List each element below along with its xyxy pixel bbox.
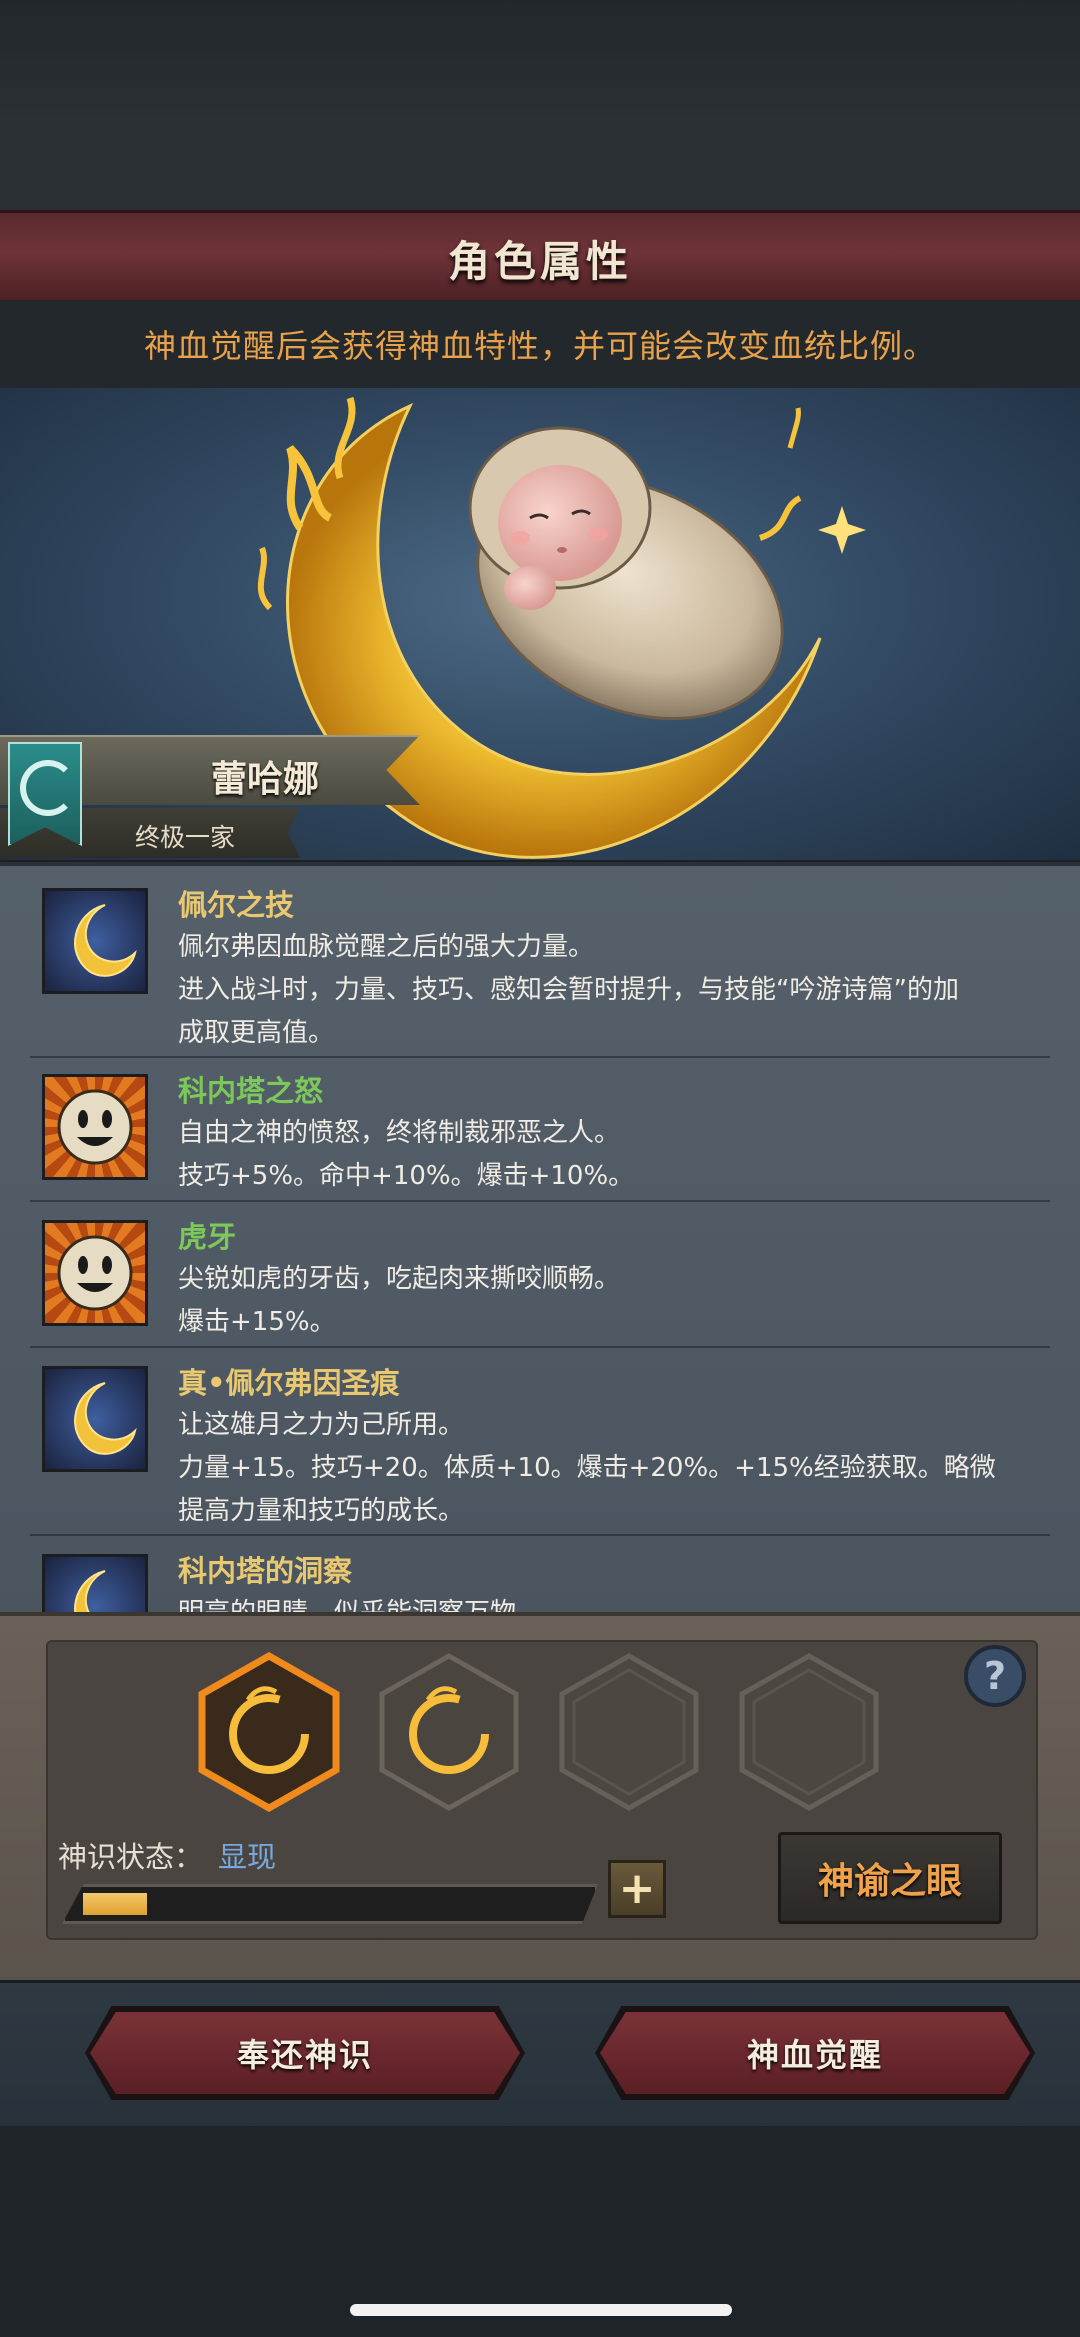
- awaken-label: 神血觉醒: [746, 2036, 883, 2074]
- trait-name: 科内塔之怒: [178, 1074, 324, 1108]
- divine-progress-fill: [83, 1893, 147, 1915]
- divine-progress-bar: [62, 1884, 598, 1924]
- help-button[interactable]: ?: [964, 1645, 1026, 1707]
- top-backdrop: [0, 0, 1080, 210]
- trait-name: 真•佩尔弗因圣痕: [178, 1366, 400, 1400]
- return-divine-button[interactable]: 奉还神识: [90, 2012, 520, 2094]
- character-family: 终极一家: [134, 823, 235, 852]
- page-subtitle: 神血觉醒后会获得神血特性，并可能会改变血统比例。: [143, 327, 936, 365]
- subtitle-bar: 神血觉醒后会获得神血特性，并可能会改变血统比例。: [0, 300, 1080, 388]
- divine-slot-3[interactable]: [556, 1652, 702, 1816]
- character-name: 蕾哈娜: [210, 759, 319, 800]
- crescent-moon-icon: [42, 1554, 148, 1616]
- divine-status-value: 显现: [218, 1840, 277, 1874]
- trait-description: 让这雄月之力为己所用。 力量+15。技巧+20。体质+10。爆击+20%。+15…: [178, 1410, 996, 1526]
- crescent-moon-icon: [42, 888, 148, 994]
- divider: [30, 1056, 1050, 1058]
- plus-button[interactable]: +: [608, 1860, 666, 1918]
- oracle-eye-button[interactable]: 神谕之眼: [778, 1832, 1002, 1924]
- return-divine-label: 奉还神识: [236, 2036, 373, 2074]
- trait-name: 虎牙: [178, 1220, 237, 1254]
- trait-name: 科内塔的洞察: [178, 1554, 353, 1588]
- home-indicator[interactable]: [350, 2304, 732, 2316]
- smiling-sun-icon: [42, 1220, 148, 1326]
- divine-slot-4[interactable]: [736, 1652, 882, 1816]
- divider: [30, 1346, 1050, 1348]
- page-title: 角色属性: [447, 236, 632, 286]
- divine-slot-2[interactable]: [376, 1652, 522, 1816]
- trait-description: 尖锐如虎的牙齿，吃起肉来撕咬顺畅。 爆击+15%。: [178, 1264, 621, 1337]
- divider: [30, 1200, 1050, 1202]
- crescent-moon-icon: [42, 1366, 148, 1472]
- traits-list[interactable]: 佩尔之技 佩尔弗因血脉觉醒之后的强大力量。 进入战斗时，力量、技巧、感知会暂时提…: [0, 862, 1080, 1616]
- divider: [30, 1534, 1050, 1536]
- trait-description: 自由之神的愤怒，终将制裁邪恶之人。 技巧+5%。命中+10%。爆击+10%。: [178, 1118, 635, 1191]
- divine-slot-1[interactable]: [196, 1651, 342, 1816]
- trait-name: 佩尔之技: [178, 888, 295, 922]
- trait-description: 佩尔弗因血脉觉醒之后的强大力量。 进入战斗时，力量、技巧、感知会暂时提升，与技能…: [178, 932, 959, 1048]
- divine-status-label: 神识状态：: [58, 1840, 204, 1874]
- title-bar: 角色属性: [0, 210, 1080, 306]
- swirl-crest-icon: [20, 760, 76, 816]
- smiling-sun-icon: [42, 1074, 148, 1180]
- divine-blood-awaken-button[interactable]: 神血觉醒: [600, 2012, 1030, 2094]
